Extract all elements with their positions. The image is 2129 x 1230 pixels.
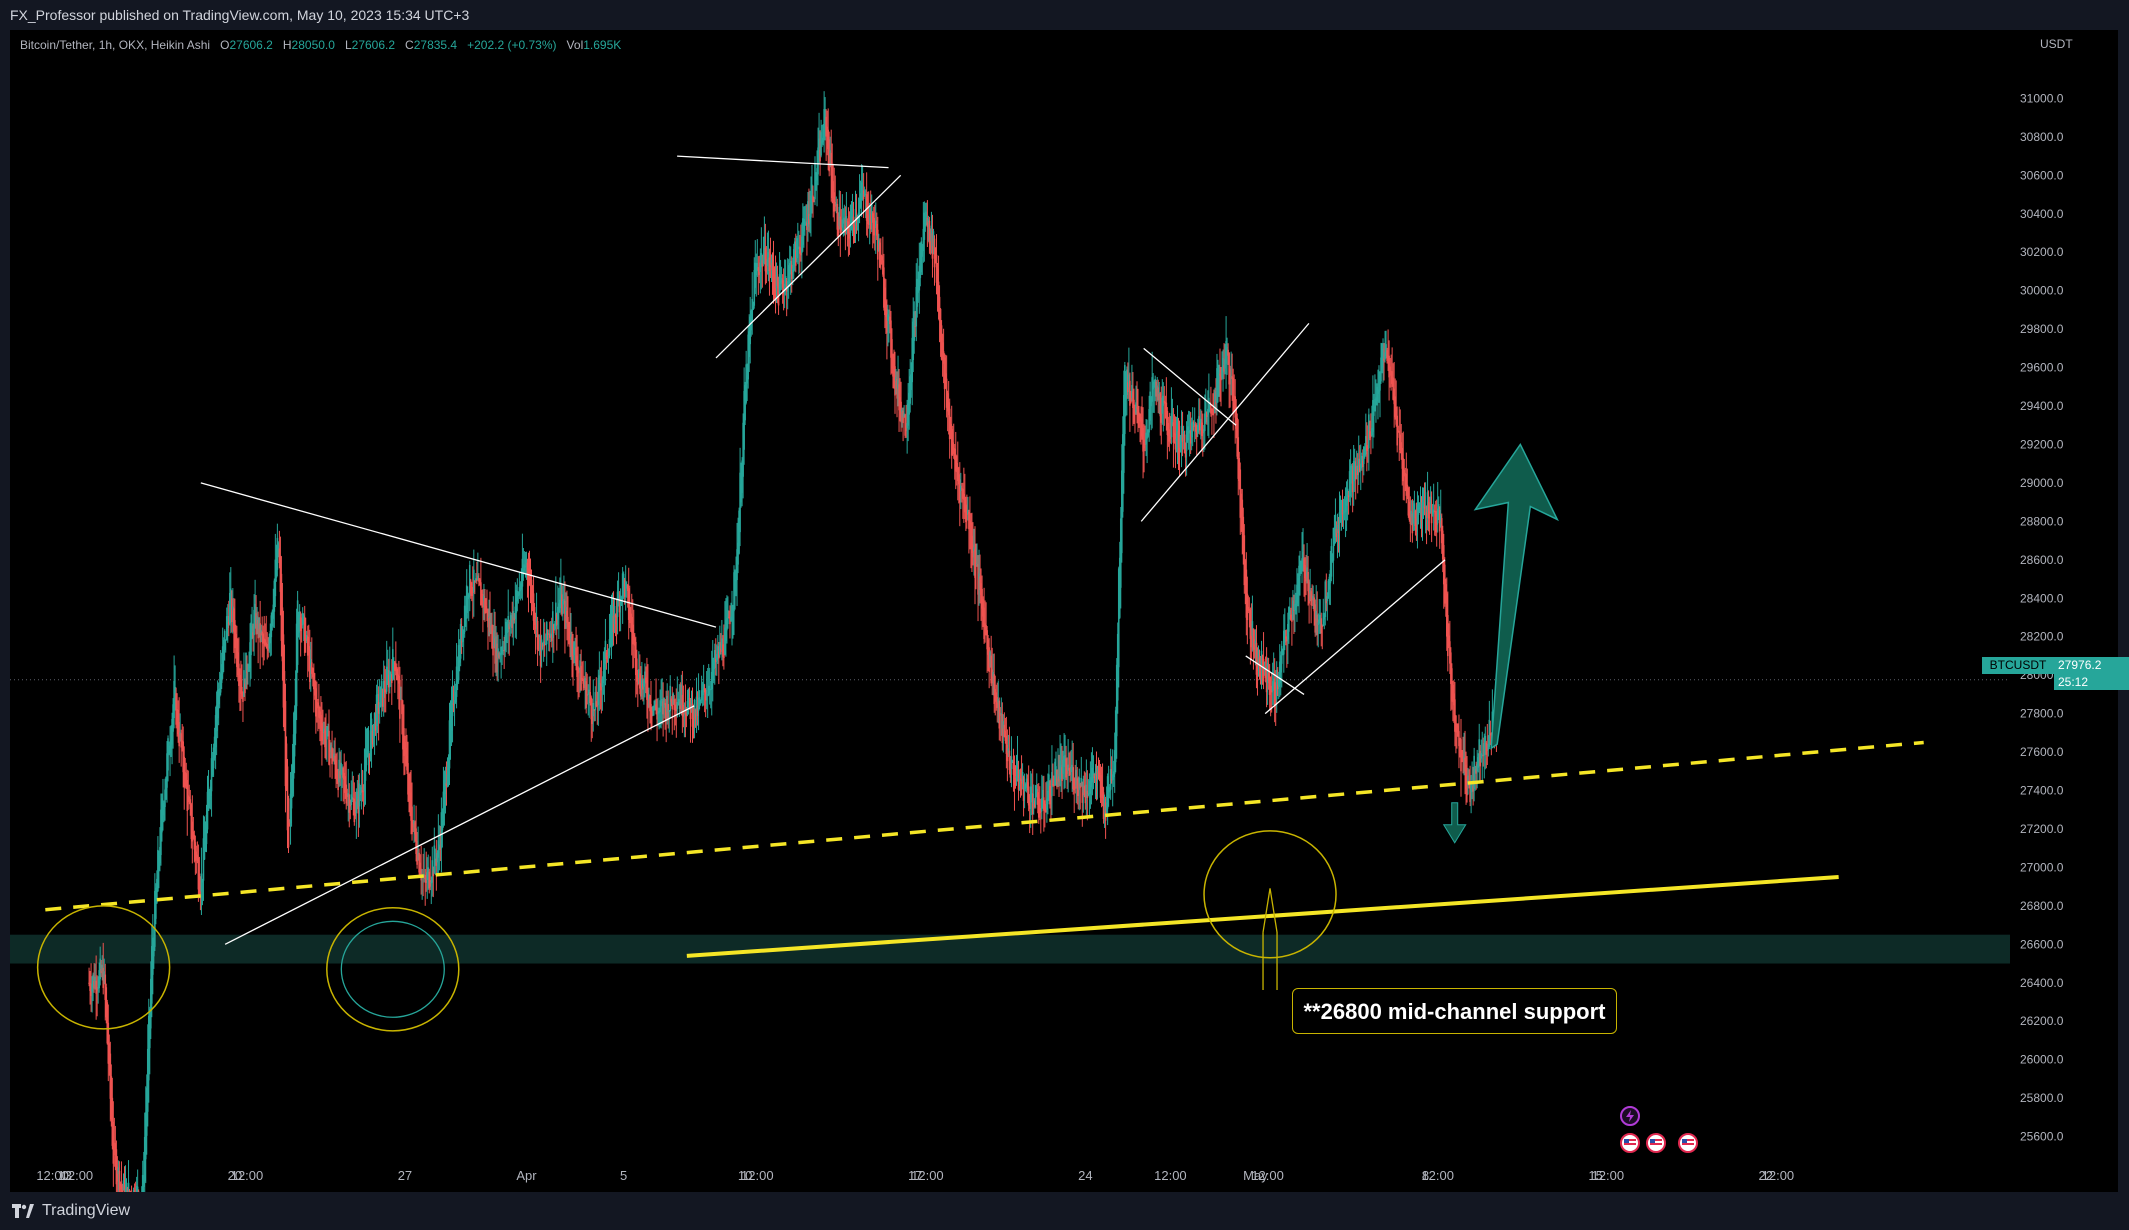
y-tick-label: 28600.0 xyxy=(2020,553,2064,567)
chart-area[interactable]: USDT 25600.0 25800.0 26000.0 26200.0 26400.0 2… xyxy=(10,30,2118,1230)
ticker-badge: BTCUSDT xyxy=(1982,657,2054,674)
y-tick-label: 30200.0 xyxy=(2020,245,2064,259)
y-tick-label: 30000.0 xyxy=(2020,284,2064,298)
close-value: 27835.4 xyxy=(413,38,458,52)
x-tick-label: 12:00 xyxy=(1251,1168,1284,1183)
x-tick-label: 12:00 xyxy=(1421,1168,1454,1183)
x-tick-label: 27 xyxy=(398,1168,412,1183)
y-tick-label: 27000.0 xyxy=(2020,860,2064,874)
y-tick-label: 26600.0 xyxy=(2020,937,2064,951)
highlight-circle xyxy=(326,907,460,1032)
trendline xyxy=(677,155,889,169)
ohlc-legend: Bitcoin/Tether, 1h, OKX, Heikin Ashi O27… xyxy=(20,38,621,52)
bullish-arrow xyxy=(1473,443,1559,750)
x-tick-label: 12:00 xyxy=(61,1168,94,1183)
tradingview-brand: TradingView xyxy=(42,1202,131,1219)
y-tick-label: 30600.0 xyxy=(2020,168,2064,182)
volume-label: Vol xyxy=(566,38,584,52)
y-tick-label: 29400.0 xyxy=(2020,399,2064,413)
low-value: 27606.2 xyxy=(351,38,396,52)
bar-countdown-badge: 25:12 xyxy=(2054,674,2129,690)
open-value: 27606.2 xyxy=(229,38,273,52)
y-tick-label: 28200.0 xyxy=(2020,630,2064,644)
y-tick-label: 27800.0 xyxy=(2020,707,2064,721)
dashed-support-line xyxy=(45,740,1924,912)
y-tick-label: 29200.0 xyxy=(2020,437,2064,451)
x-tick-label: 12:00 xyxy=(231,1168,264,1183)
footer-bar: TradingView xyxy=(0,1192,2129,1230)
us-flag-event-icon[interactable] xyxy=(1646,1133,1666,1153)
x-tick-label: 12:00 xyxy=(911,1168,944,1183)
x-tick-label: Apr xyxy=(516,1168,537,1183)
us-flag-event-icon[interactable] xyxy=(1678,1133,1698,1153)
y-tick-label: 28400.0 xyxy=(2020,591,2064,605)
lightning-event-icon[interactable] xyxy=(1620,1106,1640,1126)
y-tick-label: 29800.0 xyxy=(2020,322,2064,336)
y-tick-label: 25600.0 xyxy=(2020,1130,2064,1144)
x-tick-label: 12:00 xyxy=(1154,1168,1187,1183)
x-tick-label: 12:00 xyxy=(1762,1168,1795,1183)
price-chart[interactable]: USDT 25600.0 25800.0 26000.0 26200.0 26400.0 2… xyxy=(10,30,2118,1230)
x-tick-label: 12:00 xyxy=(1592,1168,1625,1183)
x-tick-label: 12:00 xyxy=(741,1168,774,1183)
y-tick-label: 27600.0 xyxy=(2020,745,2064,759)
y-tick-label: 27400.0 xyxy=(2020,784,2064,798)
y-tick-label: 29600.0 xyxy=(2020,361,2064,375)
y-tick-label: 26200.0 xyxy=(2020,1014,2064,1028)
publisher-line: FX_Professor published on TradingView.co… xyxy=(10,7,470,23)
x-tick-label: 24 xyxy=(1078,1168,1092,1183)
us-flag-event-icon[interactable] xyxy=(1620,1133,1640,1153)
change-value: +202.2 (+0.73%) xyxy=(467,38,557,52)
volume-value: 1.695K xyxy=(583,38,622,52)
symbol-label: Bitcoin/Tether, 1h, OKX, Heikin Ashi xyxy=(20,38,211,52)
publisher-header: FX_Professor published on TradingView.co… xyxy=(0,0,2129,30)
tradingview-logo-icon xyxy=(12,1204,34,1218)
y-tick-label: 26800.0 xyxy=(2020,899,2064,913)
close-label: C xyxy=(405,38,414,52)
y-tick-label: 30800.0 xyxy=(2020,130,2064,144)
low-label: L xyxy=(344,38,352,52)
x-tick-label: 5 xyxy=(620,1168,627,1183)
y-tick-label: 28800.0 xyxy=(2020,514,2064,528)
high-label: H xyxy=(282,38,292,52)
last-price-badge: 27976.2 xyxy=(2054,657,2129,674)
axis-unit-label: USDT xyxy=(2040,37,2073,51)
y-tick-label: 30400.0 xyxy=(2020,207,2064,221)
bearish-arrow xyxy=(1442,802,1467,844)
support-zone xyxy=(10,934,2010,964)
y-tick-label: 26400.0 xyxy=(2020,976,2064,990)
y-tick-label: 25800.0 xyxy=(2020,1091,2064,1105)
y-tick-label: 27200.0 xyxy=(2020,822,2064,836)
high-value: 28050.0 xyxy=(291,38,335,52)
y-tick-label: 31000.0 xyxy=(2020,91,2064,105)
y-tick-label: 29000.0 xyxy=(2020,476,2064,490)
y-tick-label: 26000.0 xyxy=(2020,1053,2064,1067)
last-price-tag: BTCUSDT 27976.2 25:12 xyxy=(1982,657,2129,691)
support-callout[interactable]: **26800 mid-channel support xyxy=(1292,988,1617,1034)
